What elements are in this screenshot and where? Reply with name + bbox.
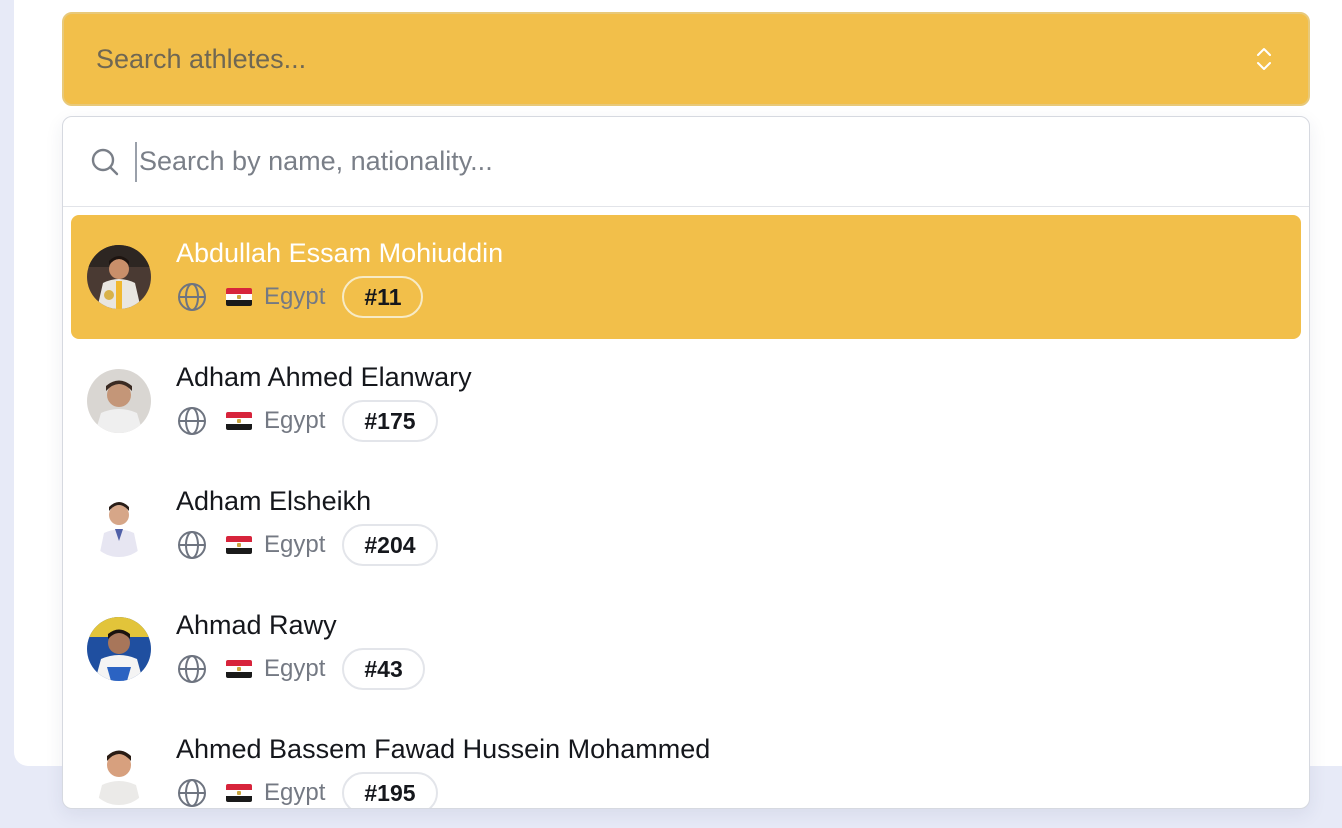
rank-badge: #43 bbox=[342, 648, 425, 690]
athlete-meta: Egypt #11 bbox=[176, 276, 503, 318]
globe-icon bbox=[178, 779, 206, 807]
rank-badge: #204 bbox=[342, 524, 438, 566]
athlete-country: Egypt bbox=[264, 283, 326, 310]
globe-icon bbox=[178, 283, 206, 311]
chevron-up-down-icon bbox=[1257, 48, 1271, 70]
athlete-option[interactable]: Abdullah Essam Mohiuddin Egypt #11 bbox=[71, 215, 1301, 339]
athlete-country: Egypt bbox=[264, 655, 326, 682]
athlete-dropdown: Abdullah Essam Mohiuddin Egypt #11 bbox=[62, 116, 1310, 809]
athlete-name: Ahmed Bassem Fawad Hussein Mohammed bbox=[176, 734, 711, 764]
athlete-info: Adham Ahmed Elanwary Egypt #175 bbox=[176, 360, 472, 442]
athlete-meta: Egypt #204 bbox=[176, 524, 438, 566]
rank-badge: #175 bbox=[342, 400, 438, 442]
athlete-info: Ahmed Bassem Fawad Hussein Mohammed Egyp… bbox=[176, 732, 711, 808]
athlete-combobox-trigger[interactable]: Search athletes... bbox=[62, 12, 1310, 106]
egypt-flag-icon bbox=[226, 536, 252, 554]
globe-icon bbox=[178, 655, 206, 683]
egypt-flag-icon bbox=[226, 784, 252, 802]
athlete-option[interactable]: Adham Elsheikh Egypt #204 bbox=[71, 463, 1301, 587]
athlete-option[interactable]: Adham Ahmed Elanwary Egypt #175 bbox=[71, 339, 1301, 463]
athlete-name: Adham Elsheikh bbox=[176, 486, 372, 516]
athlete-info: Abdullah Essam Mohiuddin Egypt #11 bbox=[176, 236, 503, 318]
athlete-list: Abdullah Essam Mohiuddin Egypt #11 Adham… bbox=[63, 207, 1309, 808]
rank-badge: #11 bbox=[342, 276, 424, 318]
athlete-meta: Egypt #175 bbox=[176, 400, 472, 442]
combobox-placeholder: Search athletes... bbox=[96, 43, 307, 74]
egypt-flag-icon bbox=[226, 412, 252, 430]
globe-icon bbox=[178, 407, 206, 435]
athlete-option[interactable]: Ahmad Rawy Egypt #43 bbox=[71, 587, 1301, 711]
athlete-meta: Egypt #195 bbox=[176, 772, 710, 808]
egypt-flag-icon bbox=[226, 288, 252, 306]
athlete-info: Ahmad Rawy Egypt #43 bbox=[176, 608, 425, 690]
avatar bbox=[87, 617, 151, 681]
athlete-country: Egypt bbox=[264, 407, 326, 434]
avatar bbox=[87, 741, 151, 805]
search-icon bbox=[91, 148, 119, 175]
athlete-search-input[interactable] bbox=[135, 141, 1035, 182]
athlete-meta: Egypt #43 bbox=[176, 648, 425, 690]
rank-badge: #195 bbox=[342, 772, 438, 808]
athlete-name: Abdullah Essam Mohiuddin bbox=[176, 238, 504, 268]
globe-icon bbox=[178, 531, 206, 559]
avatar bbox=[87, 493, 151, 557]
athlete-option[interactable]: Ahmed Bassem Fawad Hussein Mohammed Egyp… bbox=[71, 711, 1301, 808]
egypt-flag-icon bbox=[226, 660, 252, 678]
athlete-country: Egypt bbox=[264, 779, 326, 806]
avatar bbox=[87, 369, 151, 433]
athlete-name: Ahmad Rawy bbox=[176, 610, 337, 640]
dropdown-search-row bbox=[63, 117, 1309, 207]
athlete-country: Egypt bbox=[264, 531, 326, 558]
athlete-info: Adham Elsheikh Egypt #204 bbox=[176, 484, 438, 566]
athlete-name: Adham Ahmed Elanwary bbox=[176, 362, 472, 392]
avatar bbox=[87, 245, 151, 309]
